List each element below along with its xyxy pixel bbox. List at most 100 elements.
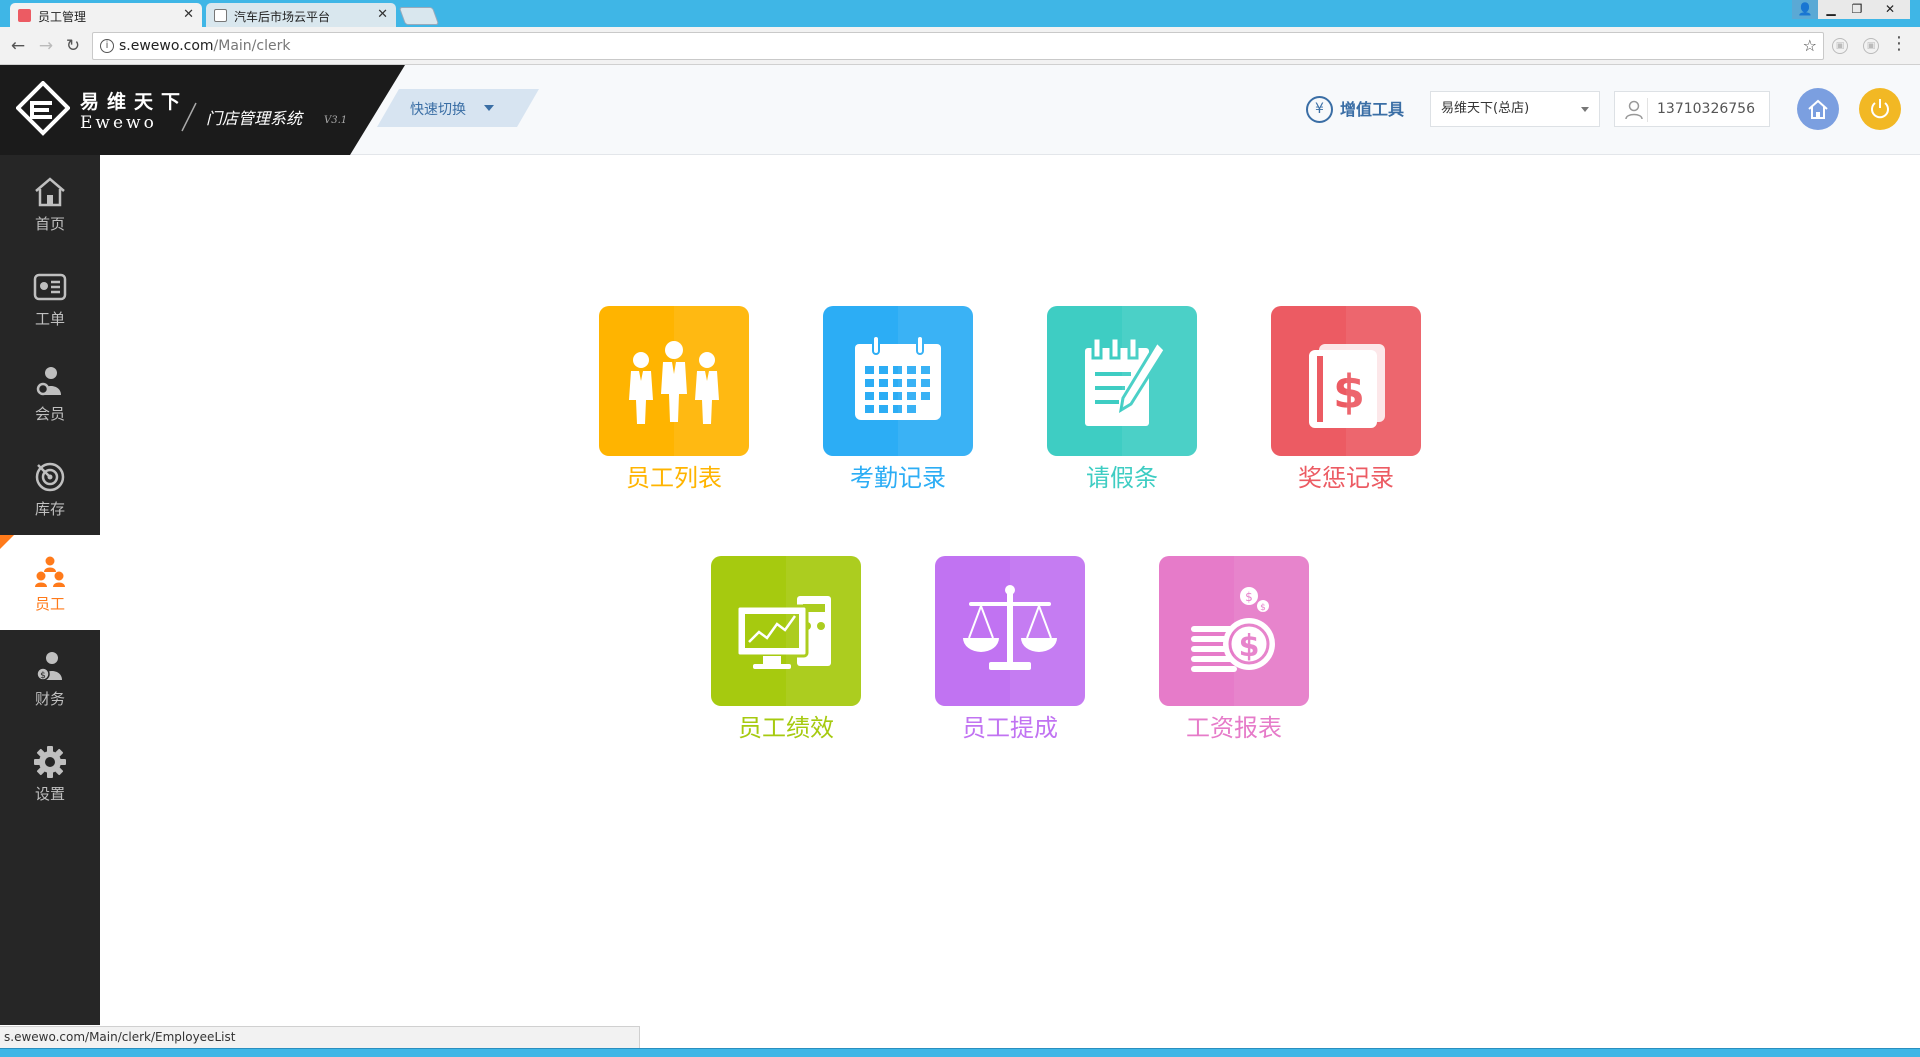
- sidebar-item-staff[interactable]: 员工: [0, 535, 100, 630]
- svg-text:$: $: [1260, 603, 1266, 613]
- back-icon[interactable]: ←: [7, 36, 29, 56]
- sidebar: 首页 工单 会员 库存 员工 $ 财务 设置: [0, 155, 100, 1025]
- sidebar-item-home[interactable]: 首页: [0, 155, 100, 250]
- tab-employee-management[interactable]: 员工管理 ✕: [10, 3, 202, 27]
- store-select-value: 易维天下(总店): [1441, 101, 1530, 116]
- brand-block: 易维天下 Ewewo 门店管理系统 V3.1: [0, 65, 405, 155]
- sidebar-item-settings[interactable]: 设置: [0, 725, 100, 820]
- tile-icon-box: [823, 306, 973, 456]
- home-button[interactable]: [1797, 88, 1839, 130]
- tile-label: 员工绩效: [738, 714, 834, 742]
- svg-text:$: $: [1333, 365, 1365, 419]
- sidebar-item-label: 设置: [34, 785, 65, 803]
- bookmark-star-icon[interactable]: ☆: [1803, 33, 1817, 59]
- tile-icon-box: [1047, 306, 1197, 456]
- tile-employee-list[interactable]: 员工列表: [599, 306, 749, 494]
- employee-list-icon: [629, 341, 719, 424]
- status-bar: s.ewewo.com/Main/clerk/EmployeeList: [0, 1026, 640, 1048]
- extension-icon[interactable]: ▣: [1832, 38, 1848, 54]
- reload-icon[interactable]: ↻: [62, 36, 84, 56]
- tile-icon-box: [711, 556, 861, 706]
- sidebar-item-label: 工单: [34, 310, 65, 328]
- site-info-icon[interactable]: i: [100, 39, 114, 53]
- user-account-field[interactable]: 13710326756: [1614, 91, 1770, 127]
- sidebar-item-label: 库存: [34, 500, 65, 518]
- inventory-icon: [35, 462, 65, 492]
- brand-separator: [181, 102, 197, 132]
- restore-icon[interactable]: ❐: [1844, 0, 1870, 19]
- work-order-icon: [33, 273, 67, 301]
- tile-label: 工资报表: [1186, 714, 1282, 742]
- tile-salary-report[interactable]: $ $ $ 工资报表: [1159, 556, 1309, 744]
- app-header: 易维天下 Ewewo 门店管理系统 V3.1 快速切换 ¥ 增值工具 易维天下(…: [0, 65, 1920, 155]
- main-content: 员工列表 考勤记录 请假条 $ 奖惩记录 员工绩效 员工提成 $ $ $ 工资报…: [100, 156, 1920, 1025]
- logout-button[interactable]: [1859, 88, 1901, 130]
- logo-chinese-name: 易维天下: [80, 91, 189, 113]
- sidebar-item-members[interactable]: 会员: [0, 345, 100, 440]
- settings-icon: [34, 746, 66, 778]
- system-version: V3.1: [324, 115, 348, 126]
- url-host: s.ewewo.com: [119, 38, 214, 54]
- field-divider: [1647, 98, 1648, 122]
- store-select[interactable]: 易维天下(总店): [1430, 91, 1600, 127]
- reward-punish-icon: $: [1309, 344, 1385, 428]
- forward-icon[interactable]: →: [35, 36, 57, 56]
- sidebar-item-work-orders[interactable]: 工单: [0, 250, 100, 345]
- chevron-down-icon: [484, 105, 494, 111]
- chevron-down-icon: [1581, 107, 1589, 112]
- tile-label: 员工列表: [626, 464, 722, 492]
- svg-text:$: $: [40, 671, 46, 681]
- minimize-icon[interactable]: ▁: [1818, 0, 1844, 19]
- user-icon: [1625, 100, 1643, 120]
- system-name: 门店管理系统: [206, 109, 303, 128]
- tab-title: 汽车后市场云平台: [234, 10, 331, 24]
- new-tab-button[interactable]: [398, 7, 440, 25]
- yen-icon: ¥: [1306, 96, 1333, 123]
- home-icon: [35, 177, 65, 207]
- member-icon: [36, 367, 61, 396]
- staff-icon: [35, 556, 65, 587]
- sidebar-item-finance[interactable]: $ 财务: [0, 630, 100, 725]
- url-path: /Main/clerk: [213, 38, 291, 54]
- sidebar-item-label: 会员: [34, 405, 65, 423]
- tab-cloud-platform[interactable]: 汽车后市场云平台 ✕: [206, 3, 396, 27]
- tile-attendance-records[interactable]: 考勤记录: [823, 306, 973, 494]
- sidebar-item-inventory[interactable]: 库存: [0, 440, 100, 535]
- tile-label: 奖惩记录: [1298, 464, 1394, 492]
- svg-text:$: $: [1239, 629, 1260, 664]
- tile-employee-commission[interactable]: 员工提成: [935, 556, 1085, 744]
- profile-icon[interactable]: 👤: [1792, 0, 1818, 19]
- status-url: s.ewewo.com/Main/clerk/EmployeeList: [4, 1030, 236, 1044]
- extension-icon[interactable]: ▣: [1863, 38, 1879, 54]
- performance-monitor-icon: [735, 596, 831, 669]
- tile-leave-requests[interactable]: 请假条: [1047, 306, 1197, 494]
- home-icon: [1808, 99, 1828, 119]
- tile-employee-performance[interactable]: 员工绩效: [711, 556, 861, 744]
- quick-switch-label[interactable]: 快速切换: [410, 99, 466, 119]
- sidebar-item-label: 首页: [34, 215, 65, 233]
- tab-close-icon[interactable]: ✕: [377, 7, 388, 22]
- close-window-icon[interactable]: ✕: [1870, 0, 1910, 19]
- browser-menu-icon[interactable]: ⋮: [1890, 35, 1908, 53]
- site-favicon-icon: [18, 9, 31, 22]
- tab-title: 员工管理: [38, 10, 87, 24]
- tile-icon-box: [599, 306, 749, 456]
- commission-scale-icon: [963, 585, 1057, 670]
- leave-note-icon: [1085, 336, 1167, 426]
- address-bar-input[interactable]: i s.ewewo.com/Main/clerk ☆: [92, 32, 1824, 60]
- tile-label: 请假条: [1086, 464, 1158, 492]
- svg-text:$: $: [1245, 590, 1253, 604]
- finance-icon: $: [36, 652, 62, 681]
- value-tools-link[interactable]: ¥ 增值工具: [1306, 96, 1404, 124]
- tile-reward-punishment-records[interactable]: $ 奖惩记录: [1271, 306, 1421, 494]
- tile-icon-box: $: [1271, 306, 1421, 456]
- browser-tab-strip: 员工管理 ✕ 汽车后市场云平台 ✕ 👤 ▁ ❐ ✕: [0, 0, 1920, 27]
- tile-icon-box: [935, 556, 1085, 706]
- ewewo-logo-icon: [16, 81, 70, 136]
- attendance-calendar-icon: [855, 335, 941, 420]
- value-tools-label: 增值工具: [1340, 100, 1405, 119]
- active-indicator: [0, 535, 14, 549]
- tab-close-icon[interactable]: ✕: [183, 7, 194, 22]
- power-icon: [1871, 99, 1889, 119]
- tile-label: 考勤记录: [850, 464, 946, 492]
